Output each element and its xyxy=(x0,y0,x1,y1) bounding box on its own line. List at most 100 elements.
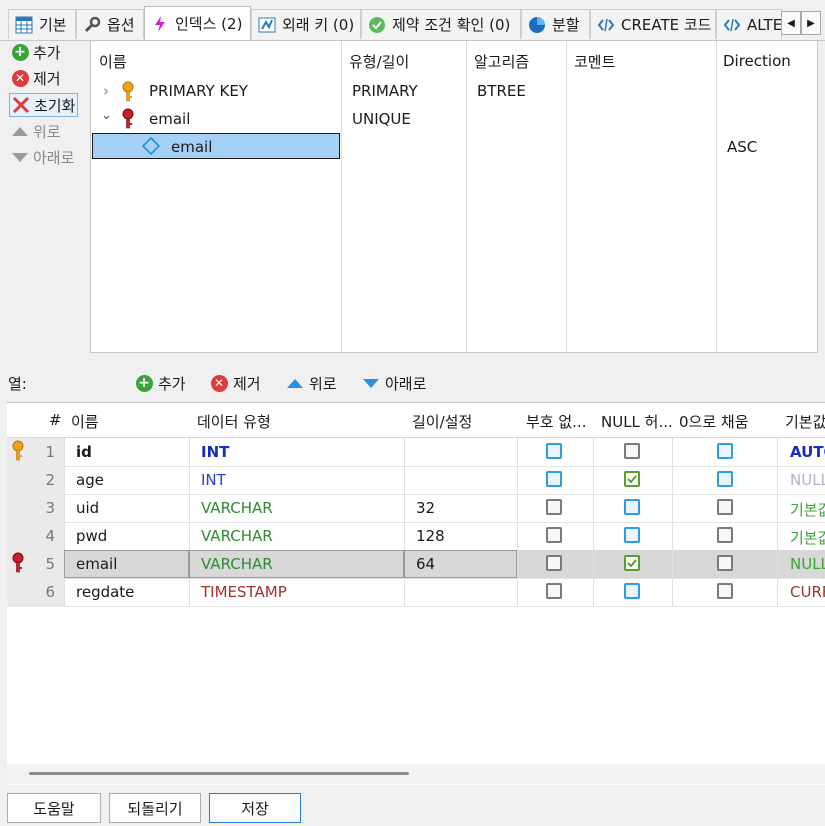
cell-datatype[interactable]: INT xyxy=(201,443,229,461)
unsigned-checkbox[interactable] xyxy=(546,555,562,571)
index-row-algorithm[interactable]: BTREE xyxy=(477,82,526,100)
tab-partition[interactable]: 분할 xyxy=(521,9,590,39)
expand-chevron-icon[interactable]: › xyxy=(103,82,109,100)
cell-default[interactable]: 기본값 xyxy=(790,527,825,548)
table-row[interactable]: 3 uid VARCHAR 32 기본값 xyxy=(7,494,825,523)
foreign-key-icon xyxy=(258,16,276,34)
table-row[interactable]: 2 age INT NULL xyxy=(7,466,825,495)
tab-foreign-keys[interactable]: 외래 키 (0) xyxy=(251,9,361,39)
column-header-length[interactable]: 길이/설정 xyxy=(412,411,472,432)
cell-default[interactable]: 기본값 xyxy=(790,499,825,520)
remove-icon: ✕ xyxy=(11,69,29,87)
nullable-checkbox[interactable] xyxy=(624,583,640,599)
column-header-unsigned[interactable]: 부호 없... xyxy=(526,411,596,432)
tab-check-constraints[interactable]: 제약 조건 확인 (0) xyxy=(361,9,521,39)
cell-name[interactable]: age xyxy=(76,471,104,489)
cell-name[interactable]: id xyxy=(76,443,92,461)
cell-datatype[interactable]: VARCHAR xyxy=(201,499,273,517)
column-remove-button[interactable]: ✕ 제거 xyxy=(210,372,261,394)
cell-name[interactable]: pwd xyxy=(76,527,107,545)
scrollbar-thumb[interactable] xyxy=(29,772,409,775)
column-header-datatype[interactable]: 데이터 유형 xyxy=(197,411,271,432)
unsigned-checkbox[interactable] xyxy=(546,471,562,487)
columns-grid-hscrollbar[interactable] xyxy=(7,764,825,784)
unsigned-checkbox[interactable] xyxy=(546,583,562,599)
index-up-button[interactable]: 위로 xyxy=(11,120,61,142)
zerofill-checkbox[interactable] xyxy=(717,443,733,459)
cell-datatype[interactable]: VARCHAR xyxy=(201,527,273,545)
row-number: 3 xyxy=(45,499,55,517)
index-header-type[interactable]: 유형/길이 xyxy=(349,51,409,72)
column-header-name[interactable]: 이름 xyxy=(71,411,99,432)
zerofill-checkbox[interactable] xyxy=(717,499,733,515)
index-column-name[interactable]: email xyxy=(171,138,212,156)
cell-length[interactable]: 128 xyxy=(416,527,445,545)
cell-datatype[interactable]: INT xyxy=(201,471,226,489)
cell-default[interactable]: NULL xyxy=(790,471,825,489)
index-header-name[interactable]: 이름 xyxy=(99,51,127,72)
index-reset-button[interactable]: 초기화 xyxy=(9,93,79,117)
zerofill-checkbox[interactable] xyxy=(717,583,733,599)
unsigned-checkbox[interactable] xyxy=(546,527,562,543)
unsigned-checkbox[interactable] xyxy=(546,499,562,515)
index-header-algorithm[interactable]: 알고리즘 xyxy=(474,51,529,72)
cell-datatype[interactable]: TIMESTAMP xyxy=(201,583,287,601)
collapse-chevron-icon[interactable]: ⌄ xyxy=(101,108,112,123)
zerofill-checkbox[interactable] xyxy=(717,555,733,571)
help-button[interactable]: 도움말 xyxy=(7,793,101,823)
arrow-right-icon: ▶ xyxy=(807,17,815,29)
code-icon xyxy=(597,16,615,34)
tab-scroll-right-button[interactable]: ▶ xyxy=(801,11,821,35)
cell-default[interactable]: NULL xyxy=(790,555,825,573)
zerofill-checkbox[interactable] xyxy=(717,527,733,543)
index-remove-button[interactable]: ✕ 제거 xyxy=(11,67,61,89)
index-row-name[interactable]: PRIMARY KEY xyxy=(149,82,248,100)
cell-name[interactable]: uid xyxy=(76,499,99,517)
check-icon xyxy=(368,16,386,34)
column-down-button[interactable]: 아래로 xyxy=(362,372,426,394)
row-number: 1 xyxy=(45,443,55,461)
tab-scroll-left-button[interactable]: ◀ xyxy=(781,11,801,35)
index-column-direction[interactable]: ASC xyxy=(727,138,757,156)
table-row[interactable]: 1 id INT AUTO xyxy=(7,438,825,467)
column-header-nullable[interactable]: NULL 허... xyxy=(601,411,675,432)
unsigned-checkbox[interactable] xyxy=(546,443,562,459)
row-number: 2 xyxy=(45,471,55,489)
tab-basic[interactable]: 기본 xyxy=(8,9,76,39)
cell-name[interactable]: regdate xyxy=(76,583,134,601)
index-header-direction[interactable]: Direction xyxy=(723,52,791,70)
add-icon: + xyxy=(11,43,29,61)
zerofill-checkbox[interactable] xyxy=(717,471,733,487)
column-header-zerofill[interactable]: 0으로 채움 xyxy=(679,411,749,432)
revert-button[interactable]: 되돌리기 xyxy=(109,793,201,823)
index-row-type[interactable]: UNIQUE xyxy=(352,110,411,128)
index-column-row-selected[interactable] xyxy=(92,133,340,159)
nullable-checkbox[interactable] xyxy=(624,499,640,515)
column-add-button[interactable]: + 추가 xyxy=(135,372,186,394)
tab-create-code[interactable]: CREATE 코드 xyxy=(590,9,716,39)
index-down-button[interactable]: 아래로 xyxy=(11,146,74,168)
arrow-down-icon xyxy=(11,148,29,166)
table-row[interactable]: 6 regdate TIMESTAMP CURR xyxy=(7,578,825,607)
nullable-checkbox[interactable] xyxy=(624,443,640,459)
tab-options[interactable]: 옵션 xyxy=(76,9,144,39)
index-row-name[interactable]: email xyxy=(149,110,190,128)
save-button[interactable]: 저장 xyxy=(209,793,301,823)
nullable-checkbox[interactable] xyxy=(624,471,640,487)
column-up-button[interactable]: 위로 xyxy=(286,372,337,394)
cell-default[interactable]: AUTO xyxy=(790,443,825,461)
nullable-checkbox[interactable] xyxy=(624,555,640,571)
cell-length[interactable]: 32 xyxy=(416,499,435,517)
table-row[interactable]: 5emailVARCHAR64NULL xyxy=(7,550,825,579)
nullable-checkbox[interactable] xyxy=(624,527,640,543)
column-header-default[interactable]: 기본값 xyxy=(785,411,825,432)
table-row[interactable]: 4 pwd VARCHAR 128 기본값 xyxy=(7,522,825,551)
column-header-number[interactable]: # xyxy=(49,411,62,429)
tab-alter-code[interactable]: ALTER xyxy=(716,9,782,39)
tab-indexes[interactable]: 인덱스 (2) xyxy=(144,6,251,40)
index-header-comment[interactable]: 코멘트 xyxy=(574,51,615,72)
index-row-type[interactable]: PRIMARY xyxy=(352,82,418,100)
checkmark-icon xyxy=(627,559,637,568)
cell-default[interactable]: CURR xyxy=(790,583,825,601)
index-add-button[interactable]: + 추가 xyxy=(11,41,61,63)
